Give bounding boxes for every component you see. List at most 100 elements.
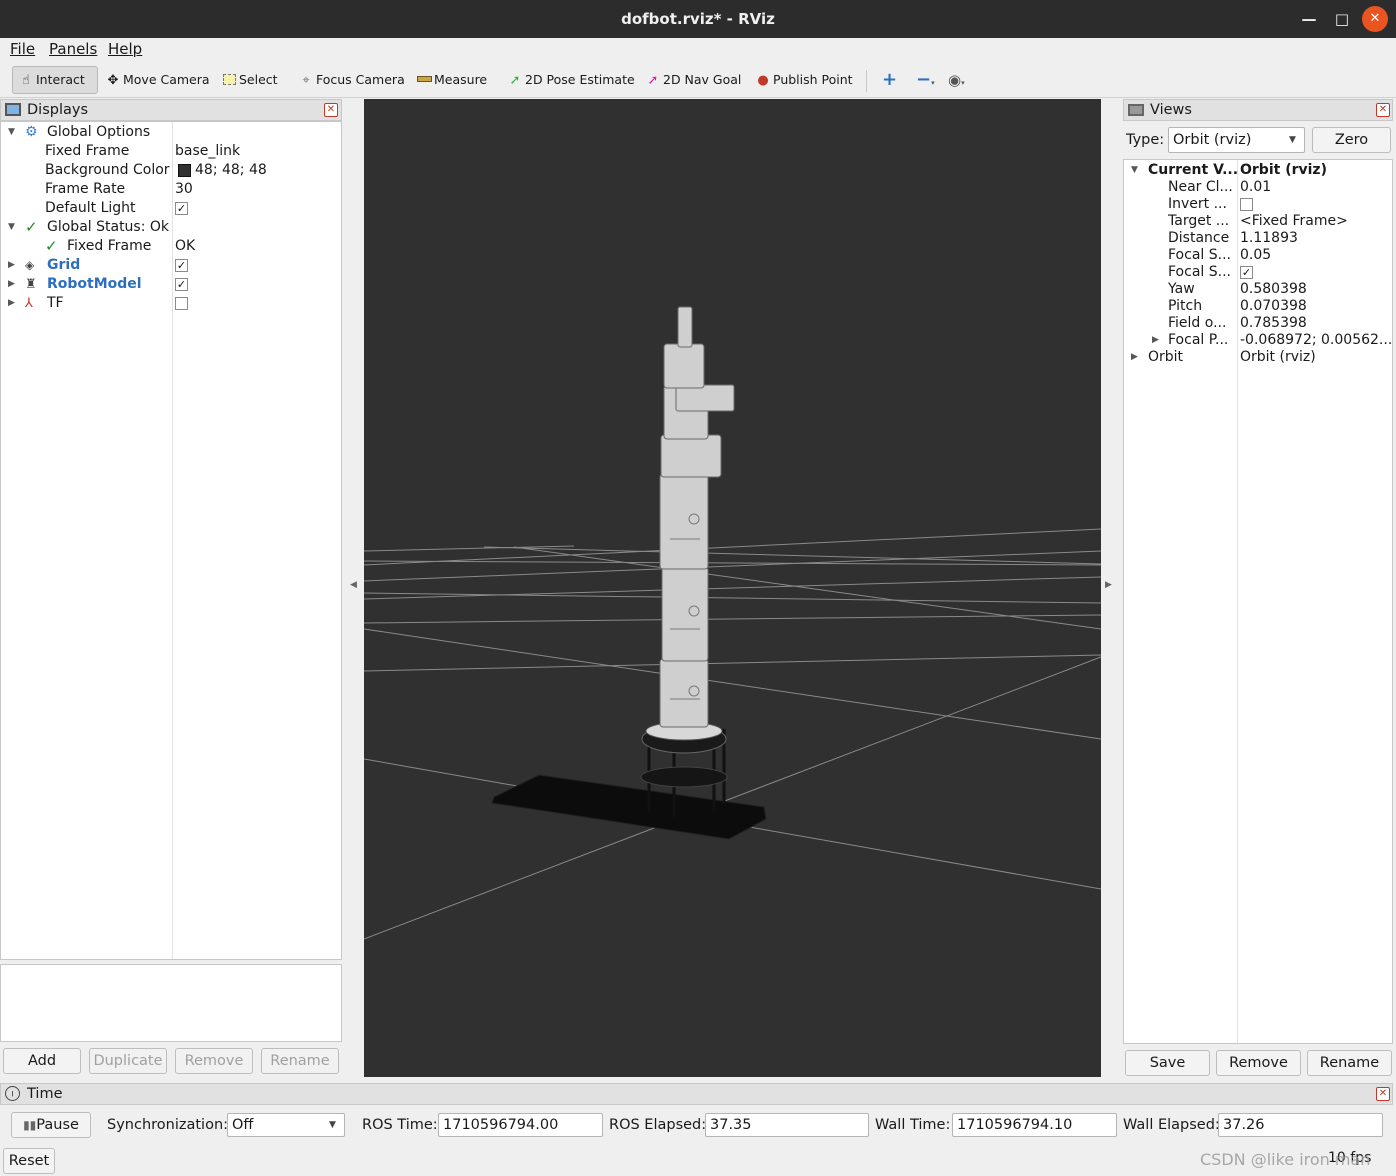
tool-publish-point[interactable]: ● Publish Point — [750, 66, 852, 94]
ros-elapsed-field[interactable]: 37.35 — [705, 1113, 869, 1137]
wall-time-field[interactable]: 1710596794.10 — [952, 1113, 1117, 1137]
clock-icon: ╷ — [5, 1086, 20, 1101]
collapse-arrow-icon[interactable]: ▶ — [8, 256, 15, 275]
tree-row-global-status[interactable]: ▼ ✓ Global Status: Ok — [1, 218, 341, 237]
time-close-icon[interactable]: ✕ — [1376, 1087, 1390, 1101]
row-value[interactable]: 48; 48; 48 — [195, 161, 267, 180]
right-splitter-handle[interactable]: ▶ — [1105, 580, 1112, 590]
collapse-arrow-icon[interactable]: ▶ — [8, 294, 15, 313]
tool-label: Measure — [434, 72, 488, 87]
menu-file[interactable]: File — [10, 40, 35, 58]
save-view-button[interactable]: Save — [1125, 1050, 1210, 1076]
row-label: Global Options — [47, 124, 151, 140]
menu-bar: File Panels Help — [0, 38, 1396, 62]
displays-panel-header: Displays ✕ — [0, 99, 342, 121]
window-titlebar: dofbot.rviz* - RViz — □ ✕ — [0, 0, 1396, 38]
tf-axes-icon: ⅄ — [25, 296, 33, 311]
left-splitter-handle[interactable]: ◀ — [350, 580, 357, 590]
row-label: Orbit — [1148, 349, 1184, 365]
default-light-checkbox[interactable]: ✓ — [175, 202, 188, 215]
collapse-arrow-icon[interactable]: ▶ — [8, 275, 15, 294]
tool-label: Select — [239, 72, 278, 87]
minimize-button[interactable]: — — [1296, 6, 1322, 32]
sync-select[interactable]: Off ▼ — [227, 1113, 345, 1137]
tree-row-tf[interactable]: ▶ ⅄ TF — [1, 294, 341, 313]
wall-elapsed-field[interactable]: 37.26 — [1218, 1113, 1383, 1137]
tree-row-grid[interactable]: ▶ ◈ Grid ✓ — [1, 256, 341, 275]
duplicate-button[interactable]: Duplicate — [89, 1048, 167, 1074]
close-window-button[interactable]: ✕ — [1362, 6, 1388, 32]
tree-row-frame-rate[interactable]: Frame Rate 30 — [1, 180, 341, 199]
tree-row-robotmodel[interactable]: ▶ ♜ RobotModel ✓ — [1, 275, 341, 294]
ros-time-label: ROS Time: — [362, 1117, 438, 1133]
tree-row-global-options[interactable]: ▼ ⚙ Global Options — [1, 123, 341, 142]
tool-focus-camera[interactable]: ⌖ Focus Camera — [293, 66, 404, 94]
view-row-orbit[interactable]: ▶ Orbit Orbit (rviz) — [1124, 348, 1392, 367]
sync-label: Synchronization: — [107, 1117, 229, 1133]
ros-time-field[interactable]: 1710596794.00 — [438, 1113, 603, 1137]
row-label: Grid — [47, 257, 81, 273]
expand-arrow-icon[interactable]: ▼ — [8, 218, 15, 237]
menu-panels[interactable]: Panels — [49, 40, 97, 58]
tool-interact[interactable]: ☝ Interact — [12, 66, 98, 94]
pause-button[interactable]: ▮▮Pause — [11, 1112, 91, 1138]
wall-elapsed-label: Wall Elapsed: — [1123, 1117, 1220, 1133]
zero-button[interactable]: Zero — [1312, 127, 1391, 153]
menu-help[interactable]: Help — [108, 40, 142, 58]
row-value[interactable]: 30 — [175, 180, 193, 199]
tool-2d-nav-goal[interactable]: ➚ 2D Nav Goal — [640, 66, 742, 94]
tool-move-camera[interactable]: ✥ Move Camera — [100, 66, 210, 94]
remove-display-button[interactable]: Remove — [175, 1048, 253, 1074]
collapse-arrow-icon[interactable]: ▶ — [1131, 348, 1138, 367]
maximize-button[interactable]: □ — [1329, 6, 1355, 32]
rename-display-button[interactable]: Rename — [261, 1048, 339, 1074]
tree-row-background-color[interactable]: Background Color 48; 48; 48 — [1, 161, 341, 180]
move-camera-icon: ✥ — [107, 73, 119, 88]
eye-icon[interactable]: ◉▾ — [944, 66, 965, 94]
color-swatch[interactable] — [178, 164, 191, 177]
rename-view-button[interactable]: Rename — [1307, 1050, 1392, 1076]
tool-measure[interactable]: Measure — [411, 66, 487, 94]
grid-checkbox[interactable]: ✓ — [175, 259, 188, 272]
tool-label: Move Camera — [123, 72, 210, 87]
view-type-select[interactable]: Orbit (rviz) ▼ — [1168, 127, 1305, 153]
tool-2d-pose-estimate[interactable]: ➚ 2D Pose Estimate — [502, 66, 635, 94]
ruler-icon — [415, 67, 433, 95]
robotmodel-checkbox[interactable]: ✓ — [175, 278, 188, 291]
views-title: Views — [1150, 102, 1192, 118]
row-label: TF — [47, 295, 64, 311]
tool-label: 2D Nav Goal — [663, 72, 742, 87]
tree-row-status-fixed-frame[interactable]: ✓ Fixed Frame OK — [1, 237, 341, 256]
focal-shape-checkbox[interactable]: ✓ — [1240, 266, 1253, 279]
minus-icon[interactable]: −▾ — [912, 66, 935, 94]
ros-elapsed-label: ROS Elapsed: — [609, 1117, 707, 1133]
displays-close-icon[interactable]: ✕ — [324, 103, 338, 117]
invert-checkbox[interactable] — [1240, 198, 1253, 211]
focus-icon: ⌖ — [302, 73, 310, 88]
remove-view-button[interactable]: Remove — [1216, 1050, 1301, 1076]
reset-button[interactable]: Reset — [3, 1148, 55, 1174]
camera-icon — [1128, 104, 1144, 116]
tree-row-default-light[interactable]: Default Light ✓ — [1, 199, 341, 218]
window-title: dofbot.rviz* - RViz — [621, 10, 775, 28]
views-tree: ▼ Current V... Orbit (rviz) Near Cl... 0… — [1123, 159, 1393, 1044]
viewport-scene — [364, 306, 1101, 940]
tool-label: 2D Pose Estimate — [525, 72, 635, 87]
tf-checkbox[interactable] — [175, 297, 188, 310]
row-value[interactable]: base_link — [175, 142, 240, 161]
pink-arrow-icon: ➚ — [647, 73, 659, 88]
chevron-down-icon: ▼ — [329, 1120, 336, 1130]
expand-arrow-icon[interactable]: ▼ — [8, 123, 15, 142]
plus-icon[interactable]: + — [878, 66, 897, 94]
pause-icon: ▮▮ — [23, 1118, 37, 1132]
add-button[interactable]: Add — [3, 1048, 81, 1074]
3d-viewport[interactable] — [364, 99, 1101, 1077]
tool-select[interactable]: Select — [216, 66, 278, 94]
displays-title: Displays — [27, 102, 89, 118]
views-close-icon[interactable]: ✕ — [1376, 103, 1390, 117]
row-value: Orbit (rviz) — [1240, 349, 1316, 365]
sync-value: Off — [232, 1117, 254, 1133]
tree-row-fixed-frame[interactable]: Fixed Frame base_link — [1, 142, 341, 161]
grid-lines — [364, 528, 1101, 940]
display-description-box — [0, 964, 342, 1042]
